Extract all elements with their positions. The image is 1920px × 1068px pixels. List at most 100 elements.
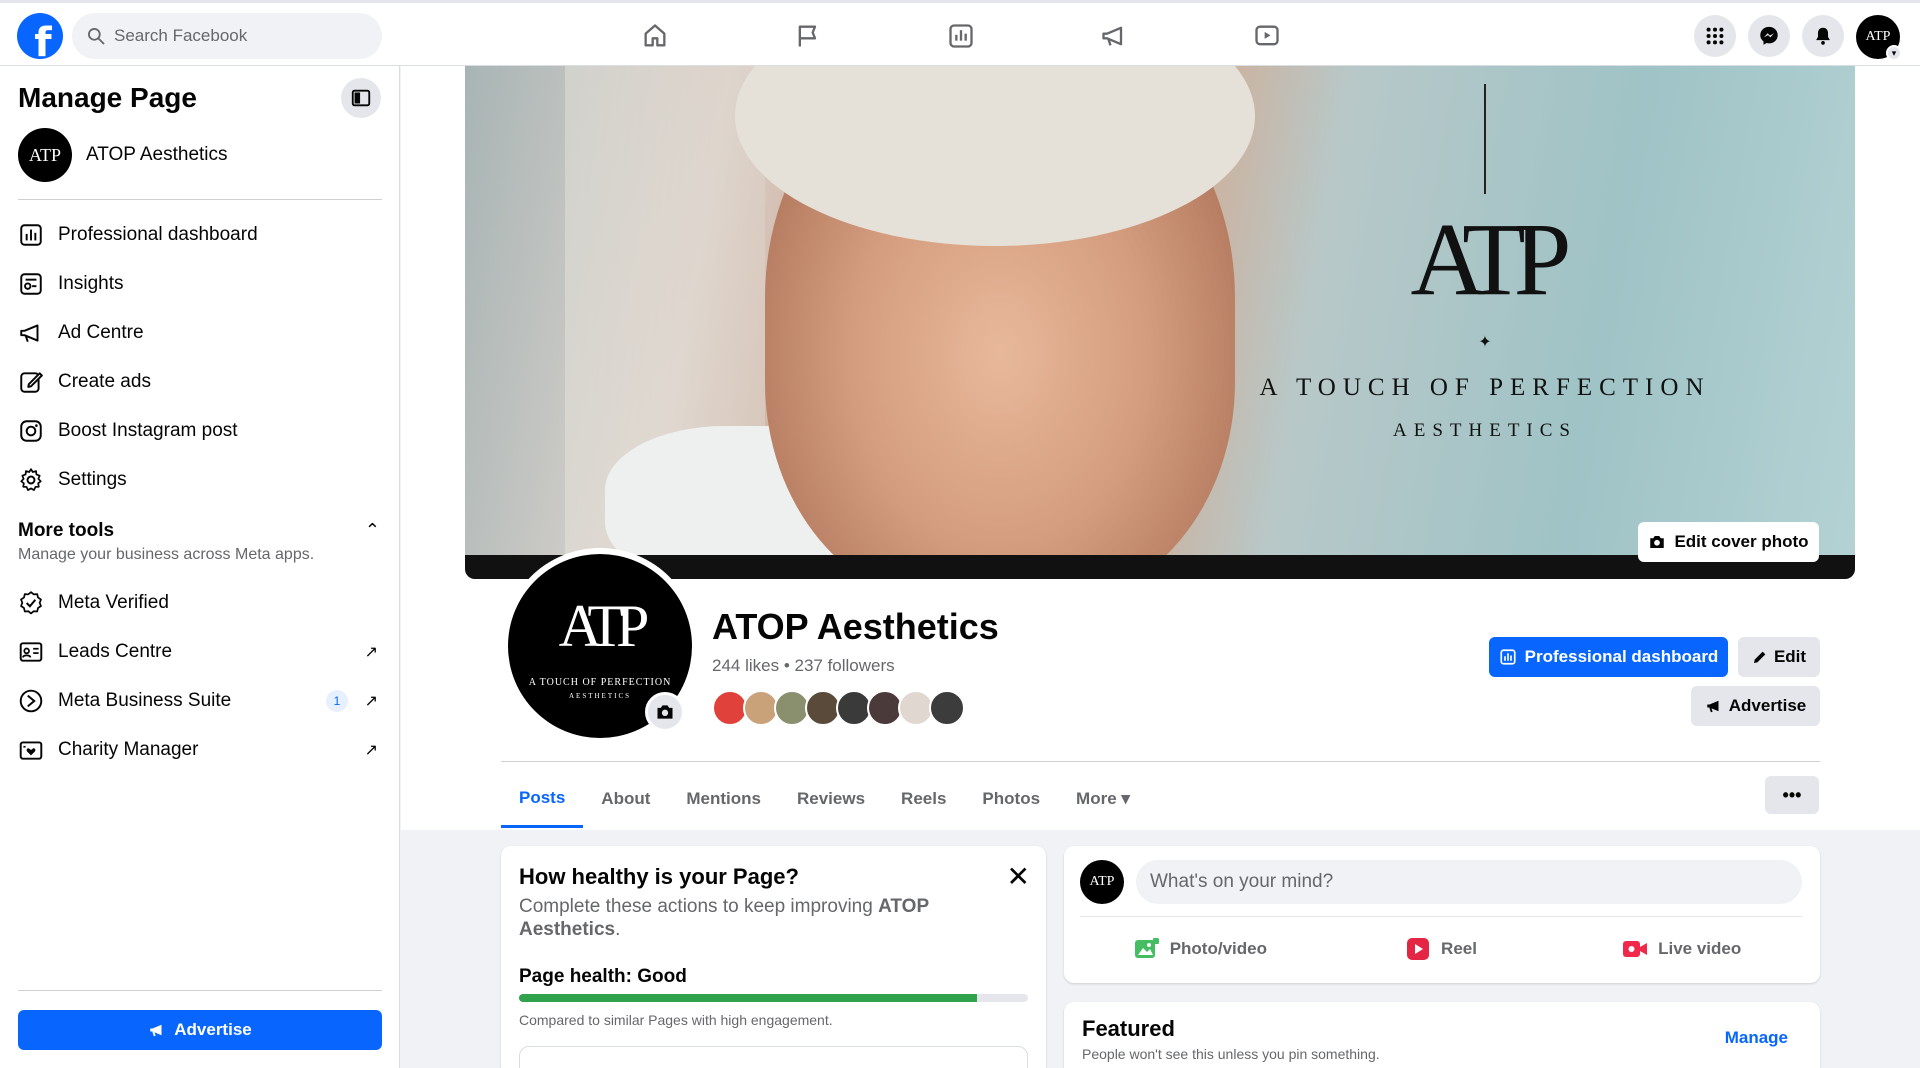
nav-dashboard[interactable]: [906, 11, 1016, 61]
advertise-button[interactable]: Advertise: [1691, 686, 1820, 726]
tab-reviews[interactable]: Reviews: [779, 770, 883, 828]
sidebar-item-ad-centre[interactable]: Ad Centre: [18, 308, 382, 357]
reel-button[interactable]: Reel: [1321, 926, 1562, 972]
live-video-button[interactable]: Live video: [1561, 926, 1802, 972]
sidebar-item-settings[interactable]: Settings: [18, 455, 382, 504]
tab-more[interactable]: More ▾: [1058, 770, 1148, 828]
search-icon: [88, 28, 105, 45]
divider: [18, 199, 382, 200]
instagram-icon: [20, 419, 42, 442]
sidebar-item-meta-business-suite[interactable]: Meta Business Suite 1 ↗: [18, 676, 382, 725]
account-controls: ATP ▾: [1694, 15, 1902, 61]
live-video-icon: [1623, 941, 1648, 957]
profile-avatar[interactable]: ATP ▾: [1856, 15, 1902, 61]
page-title: ATOP Aesthetics: [712, 606, 999, 647]
more-tools-subtitle: Manage your business across Meta apps.: [18, 546, 315, 563]
composer-input[interactable]: What's on your mind?: [1136, 860, 1802, 904]
advertise-label: Advertise: [1728, 696, 1807, 715]
megaphone-icon: [1707, 700, 1719, 713]
pencil-icon: [1753, 651, 1766, 663]
tab-about[interactable]: About: [583, 770, 668, 828]
camera-icon: [1650, 536, 1665, 548]
more-tools-title: More tools: [18, 520, 115, 541]
health-desc-end: .: [615, 919, 621, 940]
live-video-label: Live video: [1658, 939, 1742, 958]
notifications-button[interactable]: [1802, 15, 1844, 57]
sidebar-item-charity-manager[interactable]: Charity Manager ↗: [18, 725, 382, 774]
charity-icon: [19, 740, 43, 760]
search-box[interactable]: [72, 13, 382, 59]
follower-avatars[interactable]: [712, 690, 965, 726]
collapse-sidebar-button[interactable]: [341, 78, 381, 118]
sidebar-item-label: Professional dashboard: [58, 223, 258, 245]
sidebar-item-create-ads[interactable]: Create ads: [18, 357, 382, 406]
megaphone-icon: [20, 323, 39, 342]
page-stats[interactable]: 244 likes • 237 followers: [712, 656, 895, 676]
nav-video[interactable]: [1212, 11, 1322, 61]
sidebar-item-label: Leads Centre: [58, 640, 173, 662]
top-navbar: f ATP ▾: [0, 0, 1920, 66]
nav-home[interactable]: [600, 11, 710, 61]
close-icon[interactable]: ✕: [1007, 860, 1030, 893]
sidebar-item-leads-centre[interactable]: Leads Centre ↗: [18, 627, 382, 676]
composer-avatar: ATP: [1080, 860, 1124, 904]
featured-title: Featured: [1082, 1016, 1175, 1041]
divider: [18, 990, 382, 991]
update-profile-picture-button[interactable]: [645, 692, 685, 732]
professional-dashboard-button[interactable]: Professional dashboard: [1489, 637, 1728, 677]
nav-ads[interactable]: [1059, 11, 1169, 61]
menu-button[interactable]: [1694, 15, 1736, 57]
edit-label: Edit: [1773, 647, 1807, 666]
sidebar-toggle-icon: [351, 89, 371, 107]
bell-icon: [1816, 27, 1830, 45]
cover-logo-mark: ATP: [1410, 202, 1572, 317]
verified-icon: [20, 590, 42, 614]
tab-photos[interactable]: Photos: [964, 770, 1058, 828]
more-options-button[interactable]: •••: [1765, 776, 1819, 814]
profile-logo-subtagline: AESTHETICS: [569, 692, 631, 700]
sidebar-main-menu: Professional dashboard Insights Ad Centr…: [18, 210, 382, 504]
divider: [1080, 916, 1802, 917]
edit-icon: [20, 371, 43, 393]
chart-icon: [949, 24, 973, 48]
gear-icon: [20, 467, 42, 491]
sidebar-page-name: ATOP Aesthetics: [86, 144, 228, 165]
chevron-up-icon[interactable]: ⌃: [365, 520, 380, 541]
edit-cover-photo-button[interactable]: Edit cover photo: [1638, 522, 1819, 562]
composer-actions: Photo/video Reel Live video: [1080, 926, 1802, 972]
divider: [501, 761, 1820, 762]
sidebar-item-boost-instagram[interactable]: Boost Instagram post: [18, 406, 382, 455]
megaphone-icon: [150, 1024, 162, 1037]
more-tools-section[interactable]: More tools Manage your business across M…: [18, 520, 382, 564]
sidebar-item-meta-verified[interactable]: Meta Verified: [18, 578, 382, 627]
tab-mentions[interactable]: Mentions: [668, 770, 779, 828]
external-link-icon: ↗: [364, 741, 378, 759]
tab-reels[interactable]: Reels: [883, 770, 964, 828]
home-icon: [644, 24, 666, 47]
video-icon: [1255, 25, 1279, 46]
sidebar-advertise-button[interactable]: Advertise: [18, 1010, 382, 1050]
follower-avatar[interactable]: [929, 690, 965, 726]
dashboard-label: Professional dashboard: [1524, 647, 1719, 666]
health-action-card[interactable]: [519, 1046, 1028, 1068]
profile-logo-tagline: A TOUCH OF PERFECTION: [528, 677, 672, 688]
cover-tagline: A TOUCH OF PERFECTION: [1259, 374, 1711, 401]
sidebar-item-insights[interactable]: Insights: [18, 259, 382, 308]
search-input[interactable]: [114, 26, 354, 46]
sidebar-page-switcher[interactable]: ATP ATOP Aesthetics: [18, 128, 228, 182]
manage-featured-link[interactable]: Manage: [1725, 1028, 1788, 1048]
edit-page-button[interactable]: Edit: [1738, 637, 1820, 677]
reel-icon: [1407, 938, 1430, 960]
tab-posts[interactable]: Posts: [501, 770, 584, 828]
photo-video-button[interactable]: Photo/video: [1080, 926, 1321, 972]
flag-icon: [798, 25, 817, 47]
business-suite-icon: [19, 689, 43, 712]
sidebar-item-professional-dashboard[interactable]: Professional dashboard: [18, 210, 382, 259]
reel-label: Reel: [1441, 939, 1477, 958]
cover-tagline-sub: AESTHETICS: [1393, 420, 1577, 441]
nav-pages[interactable]: [753, 11, 863, 61]
facebook-logo[interactable]: f: [17, 13, 63, 59]
dashboard-icon: [20, 223, 42, 246]
insights-icon: [20, 272, 42, 295]
messenger-button[interactable]: [1748, 15, 1790, 57]
